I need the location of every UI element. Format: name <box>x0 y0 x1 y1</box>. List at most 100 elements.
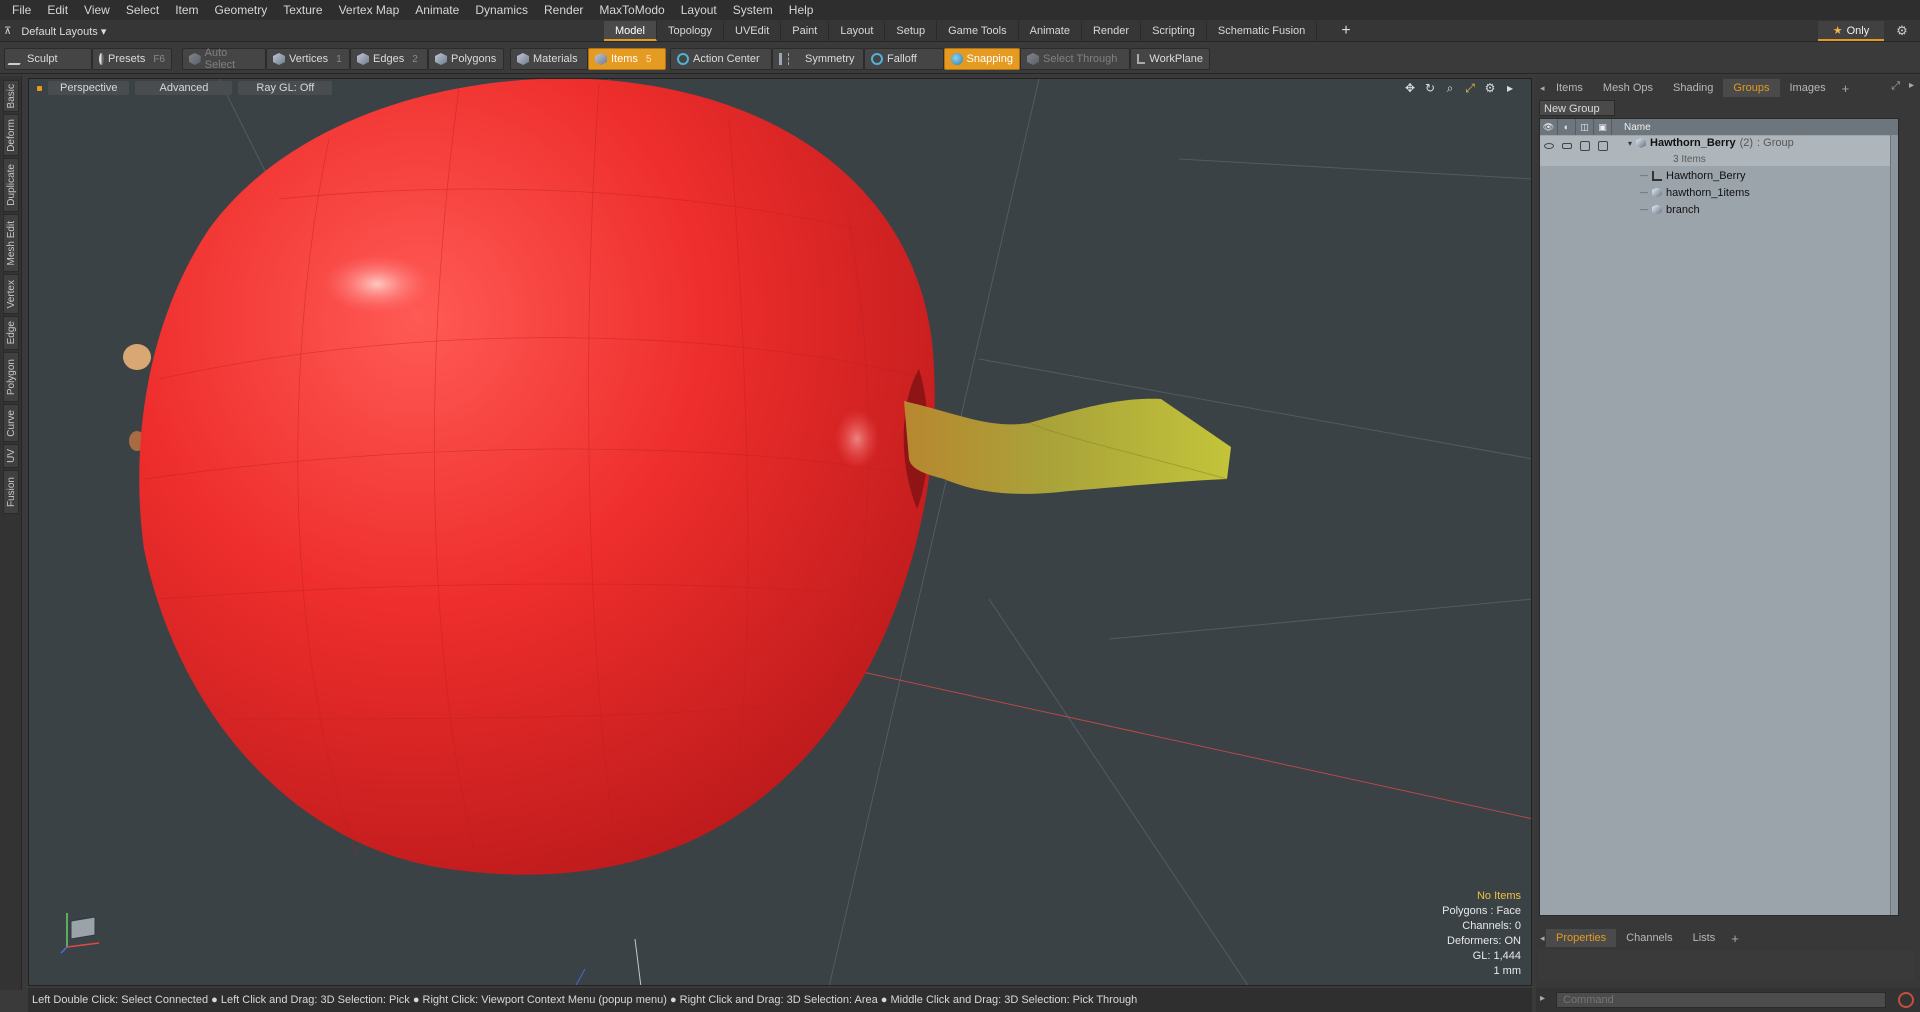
items-button[interactable]: Items 5 <box>588 48 666 70</box>
3d-viewport[interactable]: Perspective Advanced Ray GL: Off ✥ ↻ ⌕ ⤢… <box>28 78 1532 986</box>
panel-menu-icon[interactable]: ◂ <box>1536 933 1546 944</box>
tab-schematic-fusion[interactable]: Schematic Fusion <box>1207 21 1318 41</box>
maximize-view-icon[interactable]: ⤢ <box>1463 81 1477 95</box>
vtab-vertex[interactable]: Vertex <box>3 274 19 314</box>
vtab-polygon[interactable]: Polygon <box>3 352 19 402</box>
vtab-uv[interactable]: UV <box>3 444 19 468</box>
add-tab-button[interactable]: + <box>1836 81 1856 96</box>
raygl-button[interactable]: Ray GL: Off <box>238 81 333 95</box>
only-button[interactable]: ★ Only <box>1818 21 1884 41</box>
symmetry-button[interactable]: Symmetry <box>772 48 864 70</box>
viewport-settings-icon[interactable]: ⚙ <box>1483 81 1497 95</box>
layout-selector[interactable]: ⊼ Default Layouts ▾ <box>4 22 106 40</box>
tab-items[interactable]: Items <box>1546 79 1593 97</box>
tab-images[interactable]: Images <box>1780 79 1836 97</box>
viewport-more-icon[interactable]: ▸ <box>1503 81 1517 95</box>
tab-animate[interactable]: Animate <box>1019 21 1082 41</box>
vtab-basic[interactable]: Basic <box>3 80 19 112</box>
vtab-curve[interactable]: Curve <box>3 404 19 442</box>
menu-select[interactable]: Select <box>118 0 167 20</box>
tab-scripting[interactable]: Scripting <box>1141 21 1207 41</box>
vtab-edge[interactable]: Edge <box>3 316 19 350</box>
name-column-header[interactable]: Name <box>1612 122 1651 133</box>
auto-select-button[interactable]: Auto Select <box>182 47 266 71</box>
menu-file[interactable]: File <box>4 0 39 20</box>
list-item[interactable]: — branch <box>1540 201 1898 218</box>
zoom-view-icon[interactable]: ⌕ <box>1443 81 1457 95</box>
move-view-icon[interactable]: ✥ <box>1403 81 1417 95</box>
select-toggle[interactable] <box>1594 137 1612 154</box>
menu-item[interactable]: Item <box>167 0 206 20</box>
panel-menu-icon[interactable]: ◂ <box>1536 83 1546 94</box>
vtab-deform[interactable]: Deform <box>3 114 19 156</box>
tab-game-tools[interactable]: Game Tools <box>937 21 1019 41</box>
layout-toggle-icon[interactable]: ⊼ <box>4 26 11 37</box>
snapping-button[interactable]: Snapping <box>944 48 1020 70</box>
vtab-fusion[interactable]: Fusion <box>3 470 19 514</box>
lock-toggle[interactable] <box>1576 137 1594 154</box>
edges-button[interactable]: Edges 2 <box>350 48 428 70</box>
visibility-col-icon[interactable]: 👁 <box>1540 119 1558 135</box>
tab-topology[interactable]: Topology <box>657 21 725 41</box>
tab-lists[interactable]: Lists <box>1683 929 1726 947</box>
command-history-icon[interactable]: ▸ <box>1540 993 1545 1004</box>
visibility-toggle[interactable] <box>1540 137 1558 154</box>
menu-vertex-map[interactable]: Vertex Map <box>331 0 408 20</box>
menu-animate[interactable]: Animate <box>407 0 467 20</box>
workplane-button[interactable]: WorkPlane <box>1130 48 1210 70</box>
list-item[interactable]: — Hawthorn_Berry <box>1540 167 1898 184</box>
groups-scrollbar[interactable] <box>1890 135 1898 915</box>
lock-col-icon[interactable]: ◫ <box>1576 119 1594 135</box>
render-col-icon[interactable]: ◐ <box>1558 119 1576 135</box>
menu-dynamics[interactable]: Dynamics <box>467 0 536 20</box>
rotate-view-icon[interactable]: ↻ <box>1423 81 1437 95</box>
vertices-button[interactable]: Vertices 1 <box>266 48 350 70</box>
gear-icon[interactable]: ⚙ <box>1892 21 1912 41</box>
branch-mesh[interactable] <box>904 398 1231 494</box>
panel-options-icon[interactable]: ▸ <box>1909 80 1914 91</box>
action-center-button[interactable]: Action Center <box>670 48 772 70</box>
expand-arrow-icon[interactable]: ▾ <box>1628 139 1632 148</box>
group-row-hawthorn-berry[interactable]: ▾ Hawthorn_Berry (2) : Group 3 Items <box>1540 136 1898 166</box>
viewport-canvas[interactable] <box>29 79 1532 986</box>
menu-system[interactable]: System <box>725 0 781 20</box>
tab-render[interactable]: Render <box>1082 21 1142 41</box>
menu-render[interactable]: Render <box>536 0 591 20</box>
viewport-menu-dot[interactable] <box>37 85 42 91</box>
tab-model[interactable]: Model <box>604 21 657 41</box>
menu-view[interactable]: View <box>76 0 118 20</box>
select-through-button[interactable]: Select Through <box>1020 48 1130 70</box>
add-layout-button[interactable]: + <box>1336 21 1356 41</box>
command-input[interactable] <box>1556 992 1886 1008</box>
tab-uvedit[interactable]: UVEdit <box>724 21 782 41</box>
tab-shading[interactable]: Shading <box>1663 79 1723 97</box>
tab-setup[interactable]: Setup <box>885 21 938 41</box>
menu-edit[interactable]: Edit <box>39 0 76 20</box>
add-tab-button[interactable]: + <box>1725 931 1745 946</box>
render-toggle[interactable] <box>1558 137 1576 154</box>
view-mode-button[interactable]: Perspective <box>48 81 130 95</box>
vtab-duplicate[interactable]: Duplicate <box>3 158 19 212</box>
select-col-icon[interactable]: ▣ <box>1594 119 1612 135</box>
menu-geometry[interactable]: Geometry <box>207 0 276 20</box>
tab-channels[interactable]: Channels <box>1616 929 1682 947</box>
presets-button[interactable]: Presets F6 <box>92 48 172 70</box>
menu-texture[interactable]: Texture <box>275 0 330 20</box>
tab-properties[interactable]: Properties <box>1546 929 1617 947</box>
menu-layout[interactable]: Layout <box>673 0 725 20</box>
command-execute-icon[interactable] <box>1898 992 1914 1008</box>
sculpt-button[interactable]: Sculpt <box>4 48 92 70</box>
new-group-button[interactable]: New Group <box>1539 100 1615 116</box>
hawthorn-berry-mesh[interactable] <box>139 79 935 875</box>
falloff-button[interactable]: Falloff <box>864 48 944 70</box>
materials-button[interactable]: Materials <box>510 48 588 70</box>
menu-maxtomodo[interactable]: MaxToModo <box>591 0 672 20</box>
tab-paint[interactable]: Paint <box>781 21 830 41</box>
list-item[interactable]: — hawthorn_1items <box>1540 184 1898 201</box>
polygons-button[interactable]: Polygons <box>428 48 504 70</box>
expand-icon[interactable]: ⤢ <box>1891 80 1900 93</box>
tab-groups[interactable]: Groups <box>1723 79 1780 97</box>
menu-help[interactable]: Help <box>781 0 822 20</box>
shading-mode-button[interactable]: Advanced <box>135 81 233 95</box>
vtab-mesh-edit[interactable]: Mesh Edit <box>3 214 19 272</box>
